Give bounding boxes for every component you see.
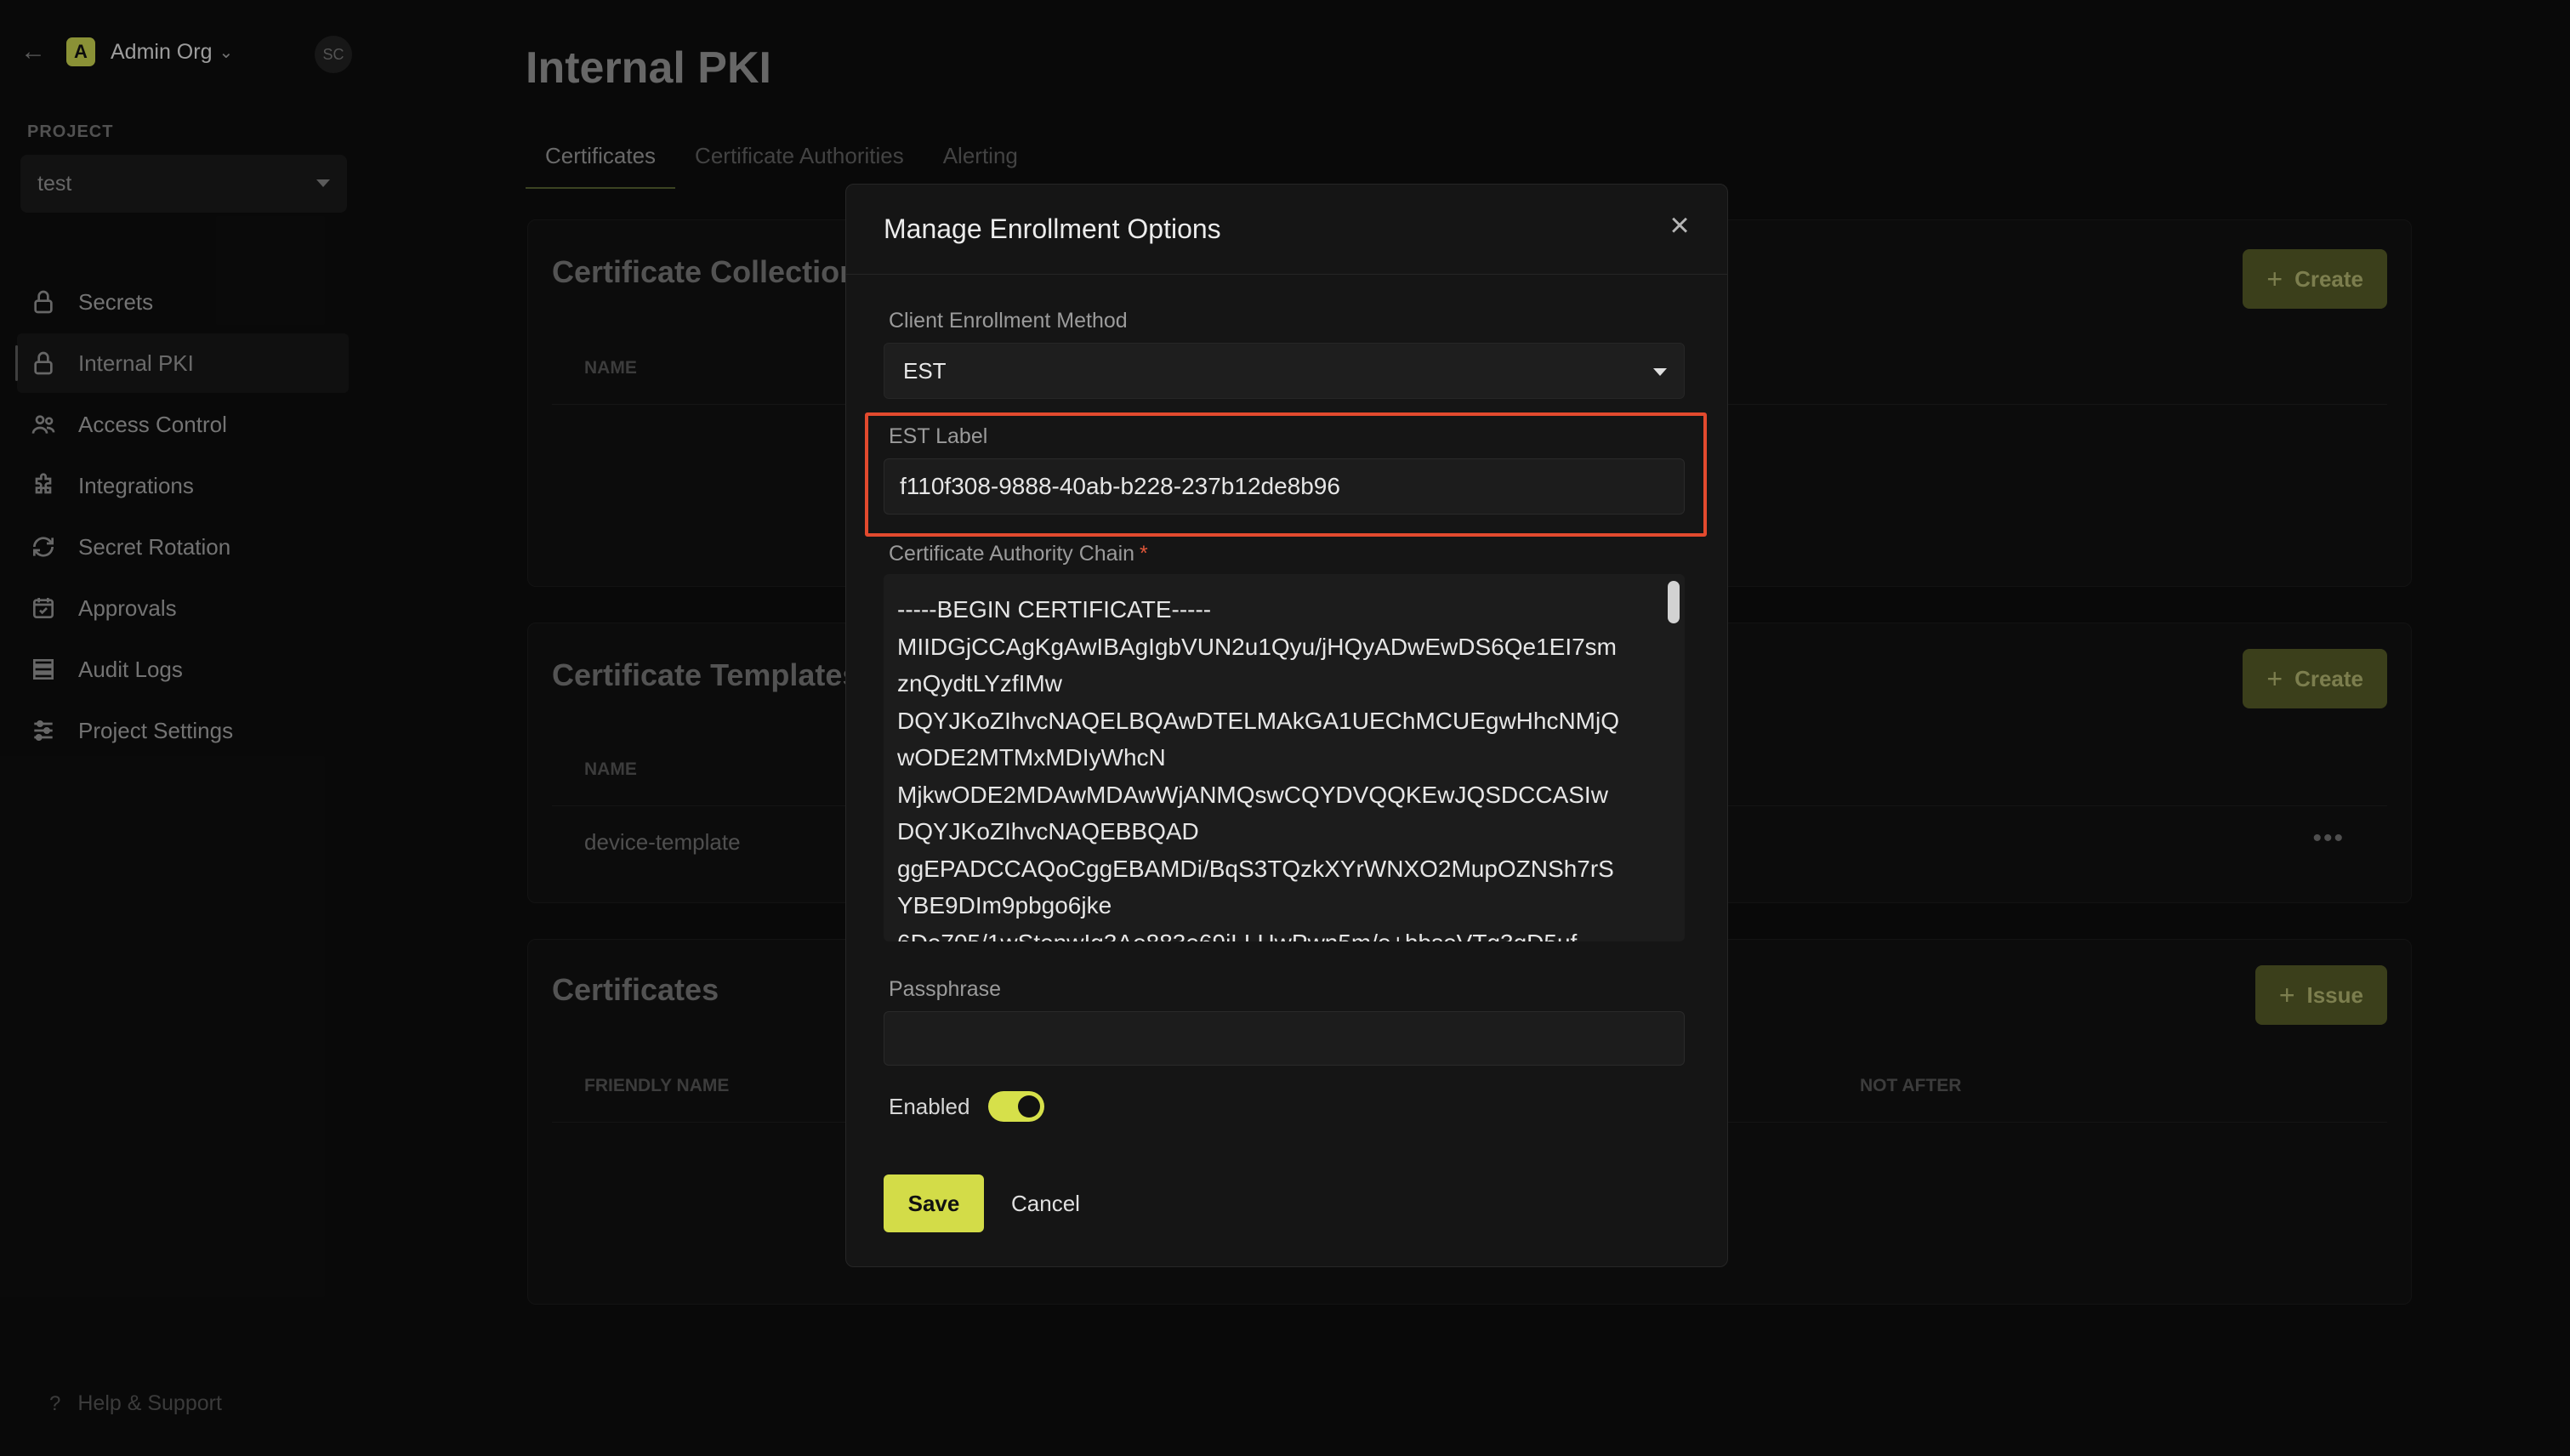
modal-title: Manage Enrollment Options — [884, 213, 1221, 244]
enrollment-method-label: Client Enrollment Method — [889, 309, 1128, 333]
ca-chain-textarea[interactable]: -----BEGIN CERTIFICATE----- MIIDGjCCAgKg… — [884, 574, 1685, 941]
save-button[interactable]: Save — [884, 1174, 984, 1232]
modal-header: Manage Enrollment Options × — [846, 185, 1727, 275]
passphrase-label: Passphrase — [889, 977, 1002, 1001]
est-label-input[interactable]: f110f308-9888-40ab-b228-237b12de8b96 — [884, 458, 1685, 515]
cancel-button[interactable]: Cancel — [999, 1174, 1092, 1232]
enabled-row: Enabled — [889, 1091, 1045, 1122]
scrollbar-thumb[interactable] — [1668, 581, 1680, 623]
close-icon[interactable]: × — [1661, 207, 1698, 244]
enabled-toggle[interactable] — [988, 1091, 1045, 1122]
ca-chain-text: -----BEGIN CERTIFICATE----- MIIDGjCCAgKg… — [897, 596, 1620, 941]
enabled-label: Enabled — [889, 1093, 970, 1119]
toggle-knob — [1018, 1095, 1041, 1118]
ca-chain-label: Certificate Authority Chain * — [889, 542, 1148, 566]
manage-enrollment-modal: Manage Enrollment Options × Client Enrol… — [845, 184, 1728, 1267]
est-label-label: EST Label — [889, 424, 988, 448]
ca-chain-label-text: Certificate Authority Chain — [889, 542, 1135, 566]
enrollment-method-value: EST — [903, 357, 947, 384]
enrollment-method-select[interactable]: EST — [884, 343, 1685, 399]
est-label-value: f110f308-9888-40ab-b228-237b12de8b96 — [900, 473, 1340, 499]
caret-down-icon — [1653, 368, 1667, 376]
passphrase-input[interactable] — [884, 1011, 1685, 1066]
required-marker: * — [1140, 542, 1148, 566]
